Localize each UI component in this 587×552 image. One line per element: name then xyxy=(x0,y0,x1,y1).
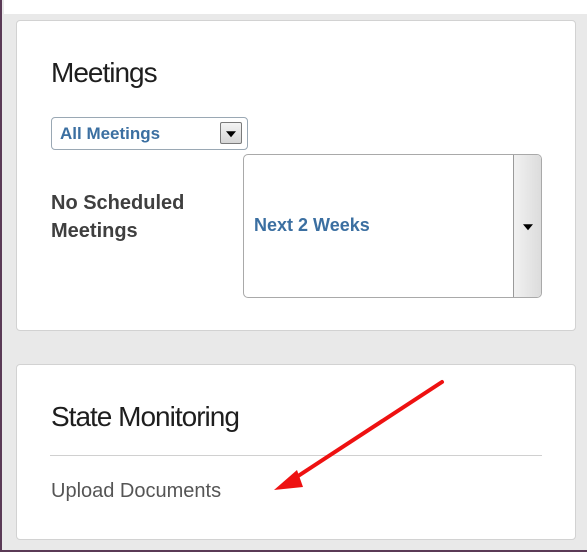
meeting-filter-value: All Meetings xyxy=(60,124,161,143)
date-range-dropdown-button[interactable] xyxy=(513,155,541,297)
state-monitoring-panel: State Monitoring Upload Documents xyxy=(16,364,576,540)
state-monitoring-title: State Monitoring xyxy=(51,401,240,432)
meeting-filter-select[interactable]: All Meetings xyxy=(51,117,248,150)
meetings-title: Meetings xyxy=(51,57,158,88)
upload-documents-link[interactable]: Upload Documents xyxy=(51,480,221,503)
chevron-down-icon xyxy=(522,224,533,231)
divider xyxy=(50,455,542,456)
top-strip xyxy=(4,0,587,14)
chevron-down-icon xyxy=(226,131,236,138)
meetings-panel: Meetings All Meetings No Scheduled Meeti… xyxy=(16,20,576,331)
date-range-value: Next 2 Weeks xyxy=(254,215,370,235)
meeting-filter-dropdown-button[interactable] xyxy=(220,122,242,144)
no-meetings-message: No Scheduled Meetings xyxy=(51,192,185,242)
date-range-select[interactable]: Next 2 Weeks xyxy=(243,154,542,298)
widget-frame: Meetings All Meetings No Scheduled Meeti… xyxy=(0,0,587,552)
